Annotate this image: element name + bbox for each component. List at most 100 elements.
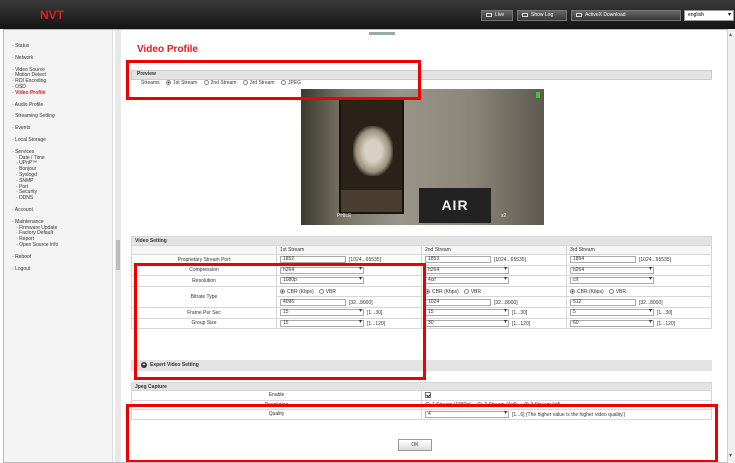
jpeg-res-radio-2[interactable]: 2 Stream (4cif) bbox=[472, 402, 517, 408]
compression-select-2[interactable]: h264 ▾ bbox=[425, 265, 509, 274]
vbr-radio-3[interactable]: VBR bbox=[604, 289, 626, 295]
activex-download-button[interactable]: ActiveX Download bbox=[571, 10, 681, 21]
radio-icon bbox=[523, 401, 529, 407]
jpeg-header: Jpeg Capture bbox=[131, 382, 712, 391]
sidebar-nav: StatusNetworkVideo SourceMotion DetectRO… bbox=[4, 30, 112, 272]
jpeg-res-radio-3[interactable]: 3 Stream (cif) bbox=[519, 402, 561, 408]
chevron-down-icon: ▾ bbox=[503, 265, 507, 272]
port-input-1[interactable]: 1852 bbox=[280, 256, 346, 264]
bitrate-label: Bitrate Type bbox=[131, 285, 277, 308]
radio-icon bbox=[463, 288, 469, 294]
sidebar-item[interactable]: DDNS bbox=[4, 195, 112, 202]
radio-icon bbox=[570, 288, 575, 294]
bitrate-input-2[interactable]: 1024 bbox=[425, 298, 491, 306]
chevron-down-icon: ▾ bbox=[648, 308, 652, 315]
live-button[interactable]: Live bbox=[481, 10, 513, 21]
log-icon bbox=[522, 12, 528, 17]
vbr-radio-1[interactable]: VBR bbox=[314, 289, 336, 295]
scroll-up-icon[interactable]: ▴ bbox=[729, 31, 732, 38]
chevron-down-icon: ▾ bbox=[727, 12, 731, 18]
chevron-down-icon: ▾ bbox=[358, 308, 362, 315]
fps-select-1[interactable]: 15 ▾ bbox=[280, 308, 364, 317]
sidebar-item[interactable]: Local Storage bbox=[4, 137, 112, 144]
cbr-radio-2[interactable]: CBR (Kbps) bbox=[425, 289, 459, 295]
recording-indicator bbox=[536, 92, 540, 98]
compression-select-1[interactable]: h264 ▾ bbox=[280, 265, 364, 274]
stream-radio-jpeg[interactable]: JPEG bbox=[276, 80, 301, 86]
language-select[interactable]: english ▾ bbox=[684, 10, 734, 21]
radio-icon bbox=[477, 401, 483, 407]
column-header: 1st Stream bbox=[276, 245, 422, 255]
sidebar-item[interactable]: Reboot bbox=[4, 254, 112, 261]
sidebar-item[interactable]: Status bbox=[4, 43, 112, 50]
resolution-select-3[interactable]: cif ▾ bbox=[570, 276, 654, 285]
scroll-down-icon[interactable]: ▾ bbox=[729, 452, 732, 459]
expert-setting-toggle[interactable]: + Expert Video Setting bbox=[131, 360, 712, 371]
sidebar-item[interactable]: Events bbox=[4, 125, 112, 132]
osd-text: PHILE bbox=[337, 213, 352, 219]
resolution-select-1[interactable]: 1080p ▾ bbox=[280, 276, 364, 285]
gop-select-3[interactable]: 60 ▾ bbox=[570, 319, 654, 327]
sidebar-item[interactable]: Network bbox=[4, 55, 112, 62]
plus-icon: + bbox=[141, 362, 147, 368]
page-scrollbar[interactable]: ▴ ▾ bbox=[727, 29, 735, 463]
poster-banner: AIR FRANCE bbox=[419, 188, 491, 223]
cbr-radio-3[interactable]: CBR (Kbps) bbox=[570, 289, 604, 295]
cbr-radio-1[interactable]: CBR (Kbps) bbox=[280, 289, 314, 295]
radio-icon bbox=[608, 288, 614, 294]
sidebar-item[interactable]: Logout bbox=[4, 266, 112, 273]
jpeg-res-radio-1[interactable]: 1 Stream (1080p) bbox=[425, 402, 471, 408]
stream-radio-3[interactable]: 3rd Stream bbox=[238, 80, 275, 86]
compression-select-3[interactable]: h264 ▾ bbox=[570, 265, 654, 274]
enable-checkbox[interactable] bbox=[425, 392, 431, 399]
sidebar-splitter[interactable] bbox=[115, 30, 121, 462]
port-input-2[interactable]: 1853 bbox=[425, 256, 491, 264]
stream-radio-2[interactable]: 2nd Stream bbox=[199, 80, 236, 86]
streams-label: Streams bbox=[141, 80, 160, 86]
bitrate-input-1[interactable]: 4096 bbox=[280, 298, 346, 306]
fps-select-3[interactable]: 5 ▾ bbox=[570, 308, 654, 317]
bitrate-input-3[interactable]: 512 bbox=[570, 298, 636, 306]
sidebar-item[interactable]: Video Profile bbox=[4, 90, 112, 97]
chevron-down-icon: ▾ bbox=[358, 265, 362, 272]
vbr-radio-2[interactable]: VBR bbox=[459, 289, 481, 295]
sidebar-item[interactable]: Audio Profile bbox=[4, 102, 112, 109]
resolution-select-2[interactable]: 4cif ▾ bbox=[425, 276, 509, 285]
radio-icon bbox=[280, 80, 286, 86]
gop-select-2[interactable]: 30 ▾ bbox=[425, 319, 509, 327]
live-video-preview: AIR FRANCE PHILE x2 bbox=[301, 89, 544, 225]
sidebar-item[interactable]: Account bbox=[4, 207, 112, 214]
radio-icon bbox=[280, 288, 285, 294]
chevron-down-icon: ▾ bbox=[358, 318, 362, 325]
chevron-down-icon: ▾ bbox=[503, 308, 507, 315]
sidebar-item[interactable]: Open Source Info bbox=[4, 242, 112, 249]
page-title: Video Profile bbox=[137, 44, 198, 55]
fps-select-2[interactable]: 15 ▾ bbox=[425, 308, 509, 317]
sidebar-item[interactable]: Streaming Setting bbox=[4, 114, 112, 120]
monitor-icon bbox=[486, 12, 492, 17]
port-input-3[interactable]: 1854 bbox=[570, 256, 636, 264]
compression-label: Compression bbox=[131, 264, 277, 277]
radio-icon bbox=[242, 80, 248, 86]
gop-label: Group Size bbox=[131, 317, 277, 330]
enable-label: Enable bbox=[131, 390, 422, 401]
video-setting-header: Video Setting bbox=[131, 236, 712, 246]
splitter-handle[interactable] bbox=[116, 240, 120, 270]
sidebar: StatusNetworkVideo SourceMotion DetectRO… bbox=[4, 30, 113, 462]
column-header: 2nd Stream bbox=[421, 245, 567, 255]
ok-button[interactable]: OK bbox=[398, 439, 432, 451]
chevron-down-icon: ▾ bbox=[503, 409, 507, 416]
radio-icon bbox=[166, 80, 172, 86]
show-log-button[interactable]: Show Log bbox=[517, 10, 567, 21]
fps-label: Frame Per Sec bbox=[131, 306, 277, 319]
stream-radio-1[interactable]: 1st Stream bbox=[161, 80, 197, 86]
radio-icon bbox=[318, 288, 324, 294]
jpeg-capture-table: Jpeg Capture Enable Resolution 1 Stream … bbox=[131, 382, 712, 420]
gop-select-1[interactable]: 15 ▾ bbox=[280, 318, 364, 327]
jpeg-resolution-label: Resolution bbox=[131, 399, 422, 410]
column-header: 3rd Stream bbox=[566, 245, 712, 255]
chevron-down-icon: ▾ bbox=[648, 265, 652, 272]
stream-selector: Streams 1st Stream 2nd Stream 3rd Stream… bbox=[131, 80, 712, 87]
quality-select[interactable]: 4 ▾ bbox=[425, 409, 509, 418]
chevron-down-icon: ▾ bbox=[648, 276, 652, 283]
